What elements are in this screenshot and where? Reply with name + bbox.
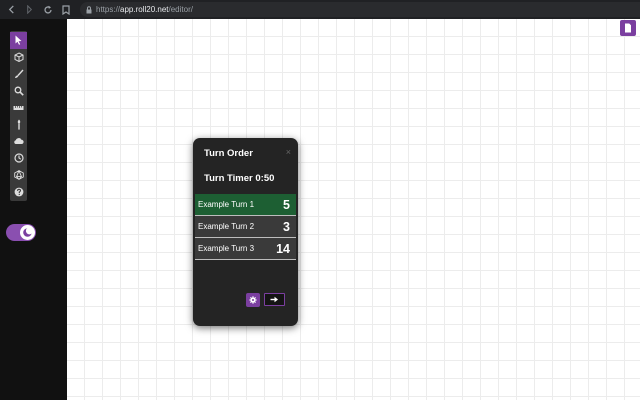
torch-icon [17, 119, 20, 130]
next-turn-button[interactable] [264, 293, 285, 306]
dark-mode-toggle[interactable] [6, 224, 36, 241]
turn-initiative: 14 [276, 241, 290, 256]
document-icon [625, 23, 631, 33]
d20-icon [13, 169, 24, 180]
clock-icon [13, 153, 24, 163]
url-path: /editor/ [168, 5, 193, 14]
turn-name: Example Turn 3 [198, 244, 255, 253]
select-tool[interactable] [10, 32, 27, 49]
fog-tool[interactable] [10, 133, 27, 150]
lock-icon[interactable] [86, 1, 92, 19]
magnifier-icon [14, 86, 24, 96]
turn-order-tool[interactable] [10, 150, 27, 167]
turn-order-panel: Turn Order × Turn Timer 0:50 Example Tur… [193, 138, 298, 326]
measure-tool[interactable] [10, 99, 27, 116]
panel-title: Turn Order [204, 148, 253, 159]
close-icon[interactable]: × [286, 147, 291, 157]
forward-icon[interactable] [23, 3, 36, 16]
turn-timer: Turn Timer 0:50 [204, 173, 275, 184]
turn-divider [195, 259, 296, 260]
toggle-knob [20, 225, 35, 240]
turn-row[interactable]: Example Turn 1 5 [195, 194, 296, 215]
turn-initiative: 5 [283, 197, 290, 212]
tool-palette [10, 31, 27, 201]
turn-settings-button[interactable] [246, 293, 260, 307]
arrow-right-icon [270, 296, 278, 303]
reload-icon[interactable] [41, 3, 54, 16]
dice-tool[interactable] [10, 166, 27, 183]
turn-name: Example Turn 1 [198, 200, 255, 209]
help-tool[interactable] [10, 183, 27, 200]
browser-toolbar: https://app.roll20.net/editor/ [0, 0, 640, 19]
gear-icon [249, 296, 257, 304]
ruler-icon [13, 105, 24, 110]
journal-button[interactable] [620, 20, 636, 36]
help-icon [14, 187, 23, 196]
bookmark-icon[interactable] [59, 3, 72, 16]
cube-icon [14, 52, 23, 63]
url-text: https://app.roll20.net/editor/ [96, 5, 193, 14]
zoom-tool[interactable] [10, 82, 27, 99]
url-scheme: https:// [96, 5, 121, 14]
turn-name: Example Turn 2 [198, 222, 255, 231]
cloud-icon [14, 138, 24, 145]
draw-tool[interactable] [10, 66, 27, 83]
url-host: app.roll20.net [120, 5, 169, 14]
turn-row[interactable]: Example Turn 3 14 [195, 238, 296, 259]
torch-tool[interactable] [10, 116, 27, 133]
pointer-icon [15, 35, 22, 46]
address-bar[interactable]: https://app.roll20.net/editor/ [80, 2, 640, 17]
turn-initiative: 3 [283, 219, 290, 234]
brush-icon [14, 69, 24, 78]
moon-icon [23, 227, 33, 237]
turn-row[interactable]: Example Turn 2 3 [195, 216, 296, 237]
back-icon[interactable] [5, 3, 18, 16]
layers-tool[interactable] [10, 49, 27, 66]
map-canvas[interactable] [67, 19, 640, 400]
